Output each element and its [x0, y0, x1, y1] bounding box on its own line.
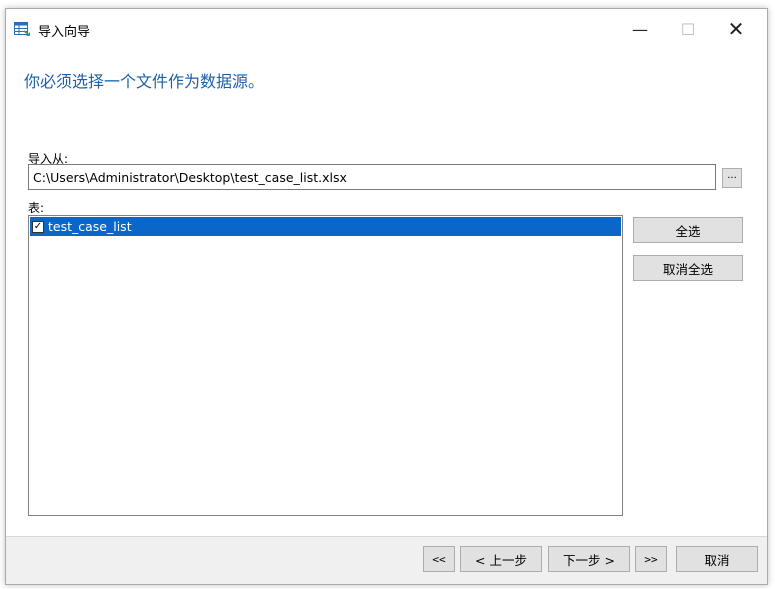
tables-list[interactable]: ✓ test_case_list [28, 215, 623, 516]
import-path-input[interactable] [28, 164, 716, 190]
first-step-button[interactable]: << [423, 546, 455, 572]
next-step-button[interactable]: 下一步 > [548, 546, 630, 572]
table-checkbox[interactable]: ✓ [32, 220, 44, 233]
import-wizard-window: 导入向导 — ☐ ✕ 你必须选择一个文件作为数据源。 导入从: ... 表: ✓… [5, 8, 768, 585]
close-icon: ✕ [727, 17, 745, 41]
list-item[interactable]: ✓ test_case_list [30, 217, 621, 236]
last-step-button[interactable]: >> [635, 546, 667, 572]
select-all-button[interactable]: 全选 [633, 217, 743, 243]
table-name-label: test_case_list [48, 219, 132, 234]
window-title: 导入向导 [38, 25, 91, 40]
deselect-all-button[interactable]: 取消全选 [633, 255, 743, 281]
maximize-button[interactable]: ☐ [665, 9, 711, 49]
previous-step-button[interactable]: < 上一步 [460, 546, 542, 572]
tables-label: 表: [28, 201, 45, 215]
table-import-icon [14, 22, 30, 36]
cancel-button[interactable]: 取消 [676, 546, 758, 572]
wizard-footer: << < 上一步 下一步 > >> 取消 [6, 536, 767, 584]
page-heading: 你必须选择一个文件作为数据源。 [24, 72, 265, 91]
minimize-icon: — [632, 19, 648, 39]
browse-button[interactable]: ... [722, 168, 742, 188]
close-button[interactable]: ✕ [713, 9, 759, 49]
title-bar[interactable]: 导入向导 — ☐ ✕ [6, 9, 767, 49]
maximize-icon: ☐ [680, 19, 696, 39]
minimize-button[interactable]: — [617, 9, 663, 49]
